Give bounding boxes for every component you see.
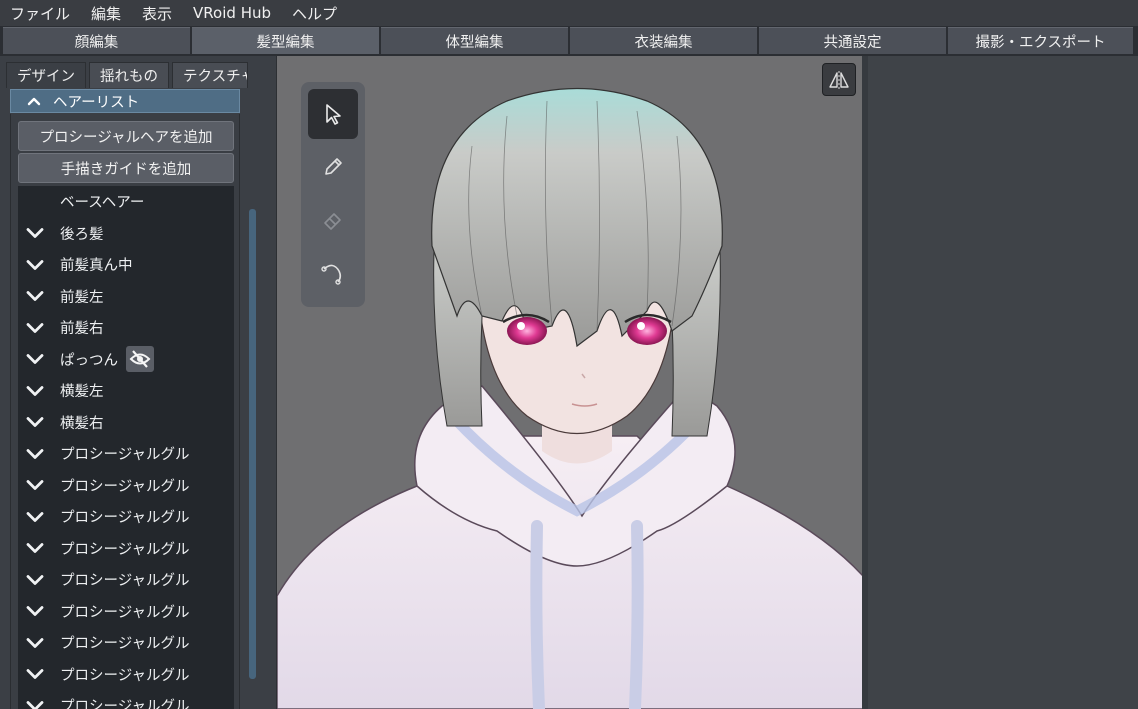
hair-list-item[interactable]: プロシージャルグル [18, 533, 234, 565]
pencil-tool-button[interactable] [308, 142, 358, 192]
hair-list-item-label: プロシージャルグル [60, 510, 190, 527]
hair-list-item-label: 前髪真ん中 [60, 258, 133, 275]
pencil-icon [325, 158, 342, 175]
select-cursor-icon [326, 104, 341, 125]
chevron-down-icon[interactable] [24, 635, 46, 651]
hair-list-item[interactable]: プロシージャルグル [18, 564, 234, 596]
scrollbar-track[interactable] [244, 90, 270, 709]
3d-viewport[interactable] [276, 56, 862, 709]
hair-list-item[interactable]: 前髪真ん中 [18, 249, 234, 281]
hair-list-container: プロシージャルヘアを追加 手描きガイドを追加 ベースヘアー 後ろ髪前髪真ん中前髪左… [10, 114, 240, 709]
hair-list-item[interactable]: プロシージャルグル [18, 501, 234, 533]
hair-list-item-label: プロシージャルグル [60, 667, 190, 684]
hair-list-item[interactable]: 横髪右 [18, 407, 234, 439]
chevron-down-icon[interactable] [24, 351, 46, 367]
chevron-down-icon[interactable] [24, 509, 46, 525]
hair-list-item-label: プロシージャルグル [60, 447, 190, 464]
tab-common-settings[interactable]: 共通設定 [759, 27, 946, 54]
hair-list-item[interactable]: 横髪左 [18, 375, 234, 407]
hair-list-item[interactable]: プロシージャルグル [18, 470, 234, 502]
mirror-icon [829, 70, 849, 89]
hair-list-item[interactable]: プロシージャルグル [18, 596, 234, 628]
hair-list-item[interactable]: ベースヘアー [18, 186, 234, 218]
add-procedural-hair-button[interactable]: プロシージャルヘアを追加 [18, 121, 234, 151]
mirror-toggle-button[interactable] [822, 63, 856, 96]
hair-list-header[interactable]: ヘアーリスト [10, 89, 240, 113]
eye-off-icon[interactable] [126, 346, 154, 373]
chevron-up-icon [23, 92, 45, 110]
hair-edit-panel: デザイン 揺れもの テクスチャ ヘアーリスト プロシージャルヘアを追加 手描きガ… [0, 56, 276, 709]
tab-hair-edit[interactable]: 髪型編集 [192, 27, 379, 54]
tab-outfit-edit[interactable]: 衣装編集 [570, 27, 757, 54]
hair-list-item-label: プロシージャルグル [60, 699, 190, 709]
hair-list-item-label: プロシージャルグル [60, 604, 190, 621]
sub-tabs: デザイン 揺れもの テクスチャ [6, 62, 251, 90]
hair-list-item-label: プロシージャルグル [60, 478, 190, 495]
menu-vroid-hub[interactable]: VRoid Hub [193, 4, 271, 22]
tab-body-edit[interactable]: 体型編集 [381, 27, 568, 54]
hair-list-item-label: 横髪右 [60, 415, 104, 432]
hair-list-item-label: プロシージャルグル [60, 573, 190, 590]
hair-list-item-label: 前髪左 [60, 289, 104, 306]
eraser-icon [324, 213, 341, 230]
hair-list-item-label: プロシージャルグル [60, 541, 190, 558]
smooth-curve-icon [321, 264, 342, 285]
chevron-down-icon[interactable] [24, 383, 46, 399]
right-panel [862, 56, 1138, 709]
hair-list-item-label: プロシージャルグル [60, 636, 190, 653]
hair-list-item[interactable]: プロシージャルグル [18, 659, 234, 691]
chevron-down-icon[interactable] [24, 666, 46, 682]
hair-list: ベースヘアー 後ろ髪 前髪真ん中 前髪左 前髪右 ぱっつん 横髪左 横髪右 プロシージャルグルプ… [18, 186, 234, 709]
chevron-down-icon[interactable] [24, 540, 46, 556]
hair-list-title: ヘアーリスト [53, 94, 140, 111]
hair-list-item[interactable]: ぱっつん [18, 344, 234, 376]
smooth-tool-button[interactable] [308, 248, 358, 298]
hair-list-item[interactable]: プロシージャルグル [18, 438, 234, 470]
hair-list-item-label: ベースヘアー [60, 195, 145, 212]
tab-face-edit[interactable]: 顔編集 [3, 27, 190, 54]
chevron-down-icon[interactable] [24, 446, 46, 462]
chevron-down-icon[interactable] [24, 320, 46, 336]
chevron-down-icon[interactable] [24, 414, 46, 430]
hair-list-item[interactable]: プロシージャルグル [18, 627, 234, 659]
hair-list-item[interactable]: 前髪右 [18, 312, 234, 344]
chevron-down-icon[interactable] [24, 603, 46, 619]
chevron-down-icon[interactable] [24, 572, 46, 588]
hair-list-item[interactable]: プロシージャルグル [18, 690, 234, 709]
hair-list-item-label: 後ろ髪 [60, 226, 104, 243]
scrollbar-thumb[interactable] [249, 209, 256, 679]
chevron-down-icon[interactable] [24, 257, 46, 273]
hair-list-item[interactable]: 前髪左 [18, 281, 234, 313]
hair-list-item-label: 前髪右 [60, 321, 104, 338]
tab-sway[interactable]: 揺れもの [89, 62, 169, 88]
hair-list-item-label: 横髪左 [60, 384, 104, 401]
menu-view[interactable]: 表示 [142, 3, 172, 24]
chevron-down-icon[interactable] [24, 477, 46, 493]
tab-photo-export[interactable]: 撮影・エクスポート [948, 27, 1133, 54]
chevron-down-icon[interactable] [24, 288, 46, 304]
menu-help[interactable]: ヘルプ [292, 3, 337, 24]
chevron-down-icon[interactable] [24, 698, 46, 709]
select-tool-button[interactable] [308, 89, 358, 139]
eraser-tool-button[interactable] [308, 195, 358, 245]
hair-list-item-label: ぱっつん [60, 352, 118, 369]
menu-file[interactable]: ファイル [10, 3, 70, 24]
add-hand-drawn-guide-button[interactable]: 手描きガイドを追加 [18, 153, 234, 183]
tool-palette [301, 82, 365, 307]
main-tabs: 顔編集 髪型編集 体型編集 衣装編集 共通設定 撮影・エクスポート [0, 26, 1138, 56]
hair-list-item[interactable]: 後ろ髪 [18, 218, 234, 250]
menu-edit[interactable]: 編集 [91, 3, 121, 24]
chevron-down-icon[interactable] [24, 225, 46, 241]
tab-texture[interactable]: テクスチャ [172, 62, 248, 88]
tab-design[interactable]: デザイン [6, 62, 86, 88]
menu-bar: ファイル 編集 表示 VRoid Hub ヘルプ [0, 0, 1138, 26]
